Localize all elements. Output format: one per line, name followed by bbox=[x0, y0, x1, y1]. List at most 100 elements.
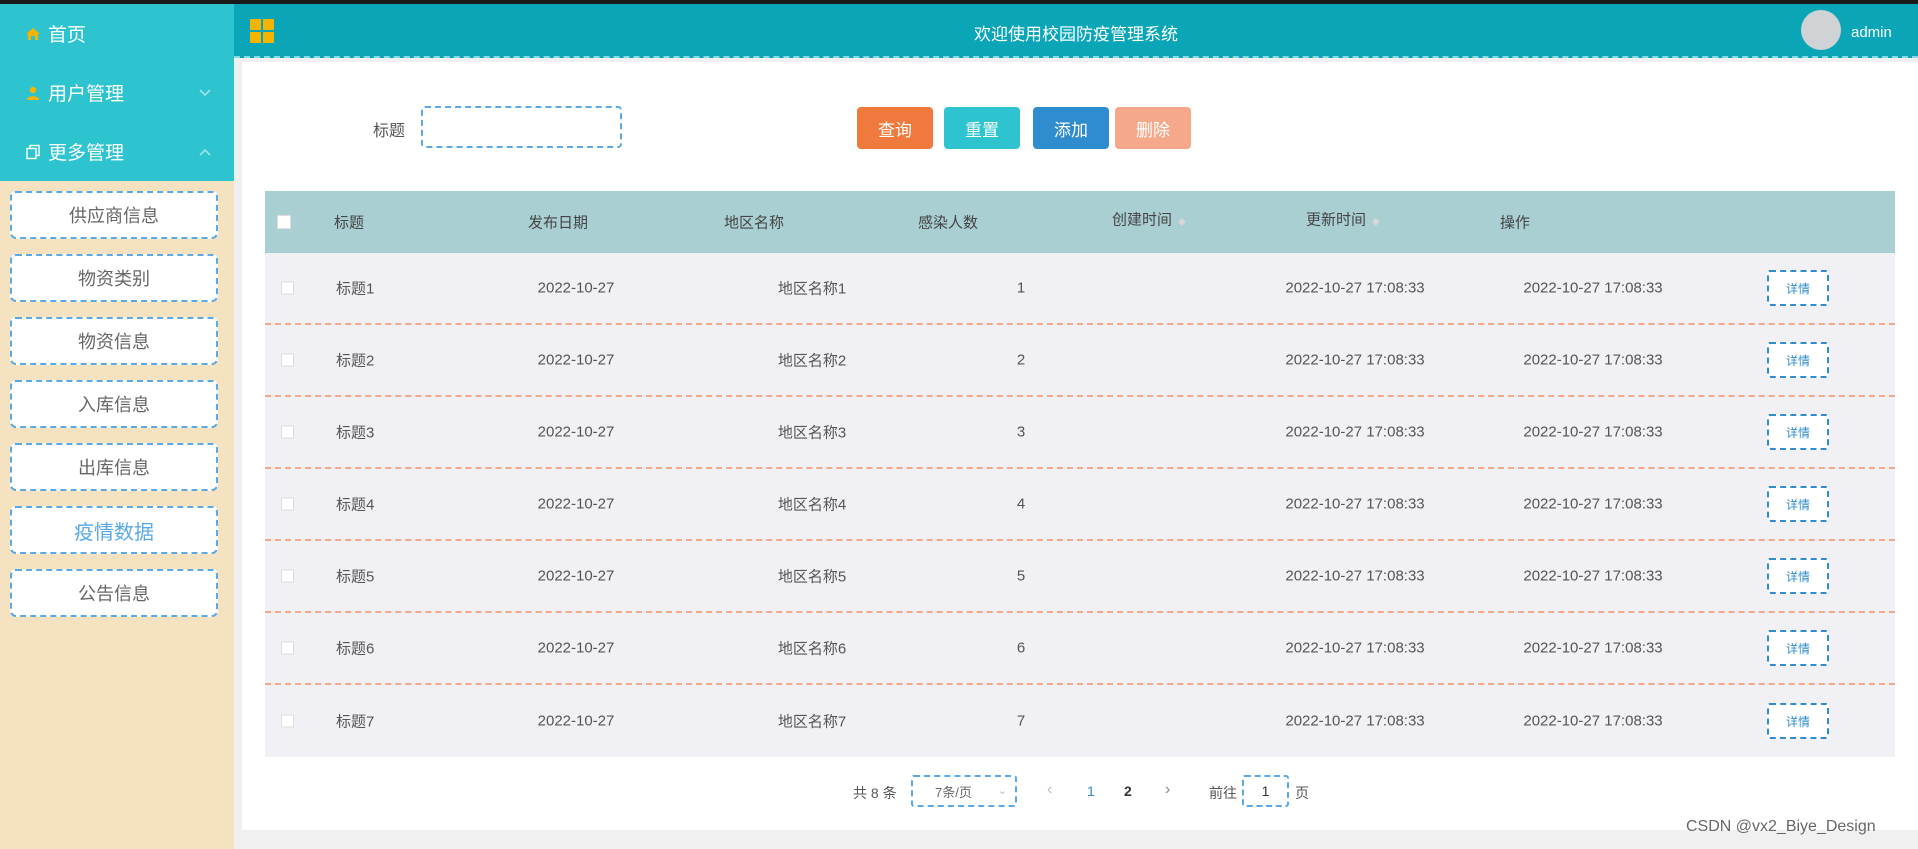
query-button[interactable]: 查询 bbox=[857, 107, 933, 149]
cell-region: 地区名称4 bbox=[777, 496, 847, 514]
detail-button[interactable]: 详情 bbox=[1767, 630, 1829, 666]
page-title: 欢迎使用校园防疫管理系统 bbox=[974, 25, 1178, 44]
submenu-item-stock-out[interactable]: 出库信息 bbox=[10, 443, 218, 491]
sidebar-item-user-management[interactable]: 用户管理 bbox=[0, 63, 234, 122]
submenu-item-material-info[interactable]: 物资信息 bbox=[10, 317, 218, 365]
cell-count: 6 bbox=[1016, 639, 1026, 657]
reset-button[interactable]: 重置 bbox=[944, 107, 1020, 149]
table-row: 标题6 2022-10-27 地区名称6 6 2022-10-27 17:08:… bbox=[265, 613, 1895, 685]
select-all-checkbox[interactable] bbox=[277, 215, 291, 229]
cell-updated: 2022-10-27 17:08:33 bbox=[1523, 495, 1663, 513]
table-row: 标题5 2022-10-27 地区名称5 5 2022-10-27 17:08:… bbox=[265, 541, 1895, 613]
cell-created: 2022-10-27 17:08:33 bbox=[1285, 639, 1425, 657]
submenu-item-epidemic-data[interactable]: 疫情数据 bbox=[10, 506, 218, 554]
chevron-down-icon bbox=[198, 82, 212, 104]
table-row: 标题7 2022-10-27 地区名称7 7 2022-10-27 17:08:… bbox=[265, 685, 1895, 757]
row-checkbox[interactable] bbox=[281, 497, 294, 511]
cell-updated: 2022-10-27 17:08:33 bbox=[1523, 639, 1663, 657]
sort-icon[interactable]: ◆ bbox=[1178, 217, 1186, 228]
cell-region: 地区名称5 bbox=[777, 568, 847, 586]
user-icon bbox=[24, 84, 42, 102]
column-header-updated[interactable]: 更新时间 ◆ bbox=[1306, 209, 1380, 230]
cell-title: 标题3 bbox=[336, 424, 375, 442]
submenu-item-supplier[interactable]: 供应商信息 bbox=[10, 191, 218, 239]
cell-updated: 2022-10-27 17:08:33 bbox=[1523, 423, 1663, 441]
cell-date: 2022-10-27 bbox=[537, 423, 615, 441]
data-table: 标题 发布日期 地区名称 感染人数 创建时间 ◆ 更新时间 ◆ 操作 标题1 202… bbox=[265, 191, 1895, 757]
cell-created: 2022-10-27 17:08:33 bbox=[1285, 712, 1425, 730]
copy-icon bbox=[24, 143, 42, 161]
page-size-value: 7条/页 bbox=[935, 784, 972, 800]
sidebar-item-label: 更多管理 bbox=[48, 143, 125, 164]
cell-updated: 2022-10-27 17:08:33 bbox=[1523, 279, 1663, 297]
next-page-icon[interactable]: › bbox=[1165, 781, 1170, 799]
submenu-item-announcement[interactable]: 公告信息 bbox=[10, 569, 218, 617]
page-number-current[interactable]: 2 bbox=[1124, 783, 1132, 799]
username[interactable]: admin bbox=[1851, 24, 1892, 41]
home-icon bbox=[24, 25, 42, 43]
cell-count: 1 bbox=[1016, 279, 1026, 297]
cell-count: 4 bbox=[1016, 495, 1026, 513]
cell-created: 2022-10-27 17:08:33 bbox=[1285, 567, 1425, 585]
sidebar-item-home[interactable]: 首页 bbox=[0, 4, 234, 63]
cell-date: 2022-10-27 bbox=[537, 567, 615, 585]
goto-label: 前往 bbox=[1209, 785, 1237, 801]
cell-region: 地区名称7 bbox=[777, 713, 847, 731]
page-number[interactable]: 1 bbox=[1087, 783, 1095, 799]
prev-page-icon[interactable]: ‹ bbox=[1047, 781, 1052, 799]
column-header-created[interactable]: 创建时间 ◆ bbox=[1112, 209, 1186, 230]
add-button[interactable]: 添加 bbox=[1033, 107, 1109, 149]
main-content: 标题 查询 重置 添加 删除 标题 发布日期 地区名称 感染人数 创建时间 ◆ 更… bbox=[242, 62, 1918, 830]
detail-button[interactable]: 详情 bbox=[1767, 414, 1829, 450]
avatar[interactable] bbox=[1801, 10, 1841, 50]
submenu-item-stock-in[interactable]: 入库信息 bbox=[10, 380, 218, 428]
cell-title: 标题5 bbox=[336, 568, 375, 586]
table-header: 标题 发布日期 地区名称 感染人数 创建时间 ◆ 更新时间 ◆ 操作 bbox=[265, 191, 1895, 253]
row-checkbox[interactable] bbox=[281, 425, 294, 439]
goto-page-input[interactable]: 1 bbox=[1242, 775, 1289, 807]
pagination: 共 8 条 7条/页 ⌄ ‹ 1 2 › 前往 1 页 bbox=[242, 775, 1918, 807]
detail-button[interactable]: 详情 bbox=[1767, 270, 1829, 306]
sidebar-item-label: 首页 bbox=[48, 25, 87, 46]
sidebar-main-menu: 首页 用户管理 更多管理 bbox=[0, 4, 234, 181]
cell-created: 2022-10-27 17:08:33 bbox=[1285, 279, 1425, 297]
detail-button[interactable]: 详情 bbox=[1767, 558, 1829, 594]
cell-updated: 2022-10-27 17:08:33 bbox=[1523, 712, 1663, 730]
sort-icon[interactable]: ◆ bbox=[1372, 217, 1380, 228]
detail-button[interactable]: 详情 bbox=[1767, 486, 1829, 522]
detail-button[interactable]: 详情 bbox=[1767, 342, 1829, 378]
row-checkbox[interactable] bbox=[281, 641, 294, 655]
delete-button[interactable]: 删除 bbox=[1115, 107, 1191, 149]
cell-title: 标题4 bbox=[336, 496, 375, 514]
row-checkbox[interactable] bbox=[281, 353, 294, 367]
cell-date: 2022-10-27 bbox=[537, 279, 615, 297]
table-row: 标题2 2022-10-27 地区名称2 2 2022-10-27 17:08:… bbox=[265, 325, 1895, 397]
row-checkbox[interactable] bbox=[281, 569, 294, 583]
cell-title: 标题2 bbox=[336, 352, 375, 370]
cell-region: 地区名称6 bbox=[777, 640, 847, 658]
page-size-select[interactable]: 7条/页 ⌄ bbox=[911, 775, 1017, 807]
detail-button[interactable]: 详情 bbox=[1767, 703, 1829, 739]
cell-count: 5 bbox=[1016, 567, 1026, 585]
cell-title: 标题1 bbox=[336, 280, 375, 298]
cell-updated: 2022-10-27 17:08:33 bbox=[1523, 351, 1663, 369]
sidebar-item-label: 用户管理 bbox=[48, 84, 125, 105]
column-header-title: 标题 bbox=[334, 214, 365, 232]
cell-region: 地区名称3 bbox=[777, 424, 847, 442]
table-row: 标题1 2022-10-27 地区名称1 1 2022-10-27 17:08:… bbox=[265, 253, 1895, 325]
row-checkbox[interactable] bbox=[281, 281, 294, 295]
sidebar-item-more-management[interactable]: 更多管理 bbox=[0, 122, 234, 181]
sidebar: 首页 用户管理 更多管理 供应商信息 物资类别 物资信息 入库信息 出库信息 疫… bbox=[0, 4, 234, 849]
row-checkbox[interactable] bbox=[281, 714, 294, 728]
page-suffix: 页 bbox=[1295, 785, 1309, 801]
cell-count: 2 bbox=[1016, 351, 1026, 369]
cell-date: 2022-10-27 bbox=[537, 712, 615, 730]
cell-region: 地区名称1 bbox=[777, 280, 847, 298]
cell-count: 7 bbox=[1016, 712, 1026, 730]
search-input[interactable] bbox=[421, 106, 622, 148]
cell-region: 地区名称2 bbox=[777, 352, 847, 370]
top-header: 欢迎使用校园防疫管理系统 admin bbox=[234, 4, 1918, 58]
submenu-item-material-category[interactable]: 物资类别 bbox=[10, 254, 218, 302]
watermark: CSDN @vx2_Biye_Design bbox=[1686, 818, 1876, 835]
cell-title: 标题6 bbox=[336, 640, 375, 658]
